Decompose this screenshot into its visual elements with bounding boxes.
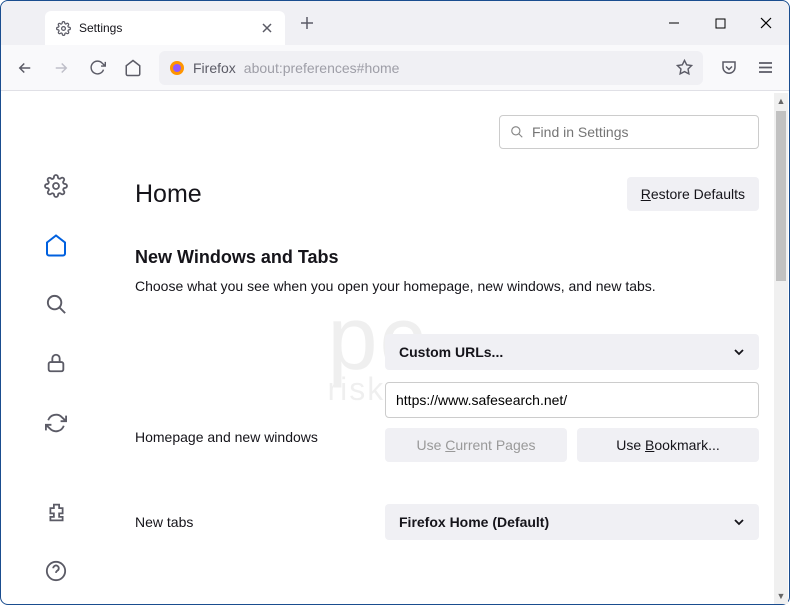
sidebar-item-search[interactable] (40, 290, 72, 319)
use-current-pages-button[interactable]: Use Current Pages (385, 428, 567, 462)
new-tab-button[interactable] (293, 9, 321, 37)
search-input[interactable] (532, 124, 748, 140)
select-value: Custom URLs... (399, 344, 503, 360)
tab-title: Settings (79, 21, 251, 35)
sidebar-item-privacy[interactable] (40, 349, 72, 378)
restore-defaults-button[interactable]: Restore Defaults (627, 177, 759, 211)
homepage-label: Homepage and new windows (135, 429, 365, 445)
url-bar[interactable]: Firefox about:preferences#home (159, 51, 703, 85)
chevron-down-icon (733, 346, 745, 358)
url-text: about:preferences#home (244, 60, 400, 76)
sidebar-item-extensions[interactable] (40, 497, 72, 526)
settings-main: Home Restore Defaults New Windows and Ta… (111, 91, 789, 604)
window-controls (651, 1, 789, 45)
sidebar-item-help[interactable] (40, 557, 72, 586)
section-title: New Windows and Tabs (135, 247, 759, 268)
sidebar-item-general[interactable] (40, 171, 72, 200)
close-icon[interactable] (259, 20, 275, 36)
pocket-button[interactable] (713, 52, 745, 84)
sidebar-item-home[interactable] (40, 230, 72, 259)
page-title: Home (135, 180, 202, 209)
firefox-icon (169, 60, 185, 76)
browser-toolbar: Firefox about:preferences#home (1, 45, 789, 91)
gear-icon (55, 20, 71, 36)
use-bookmark-button[interactable]: Use Bookmark... (577, 428, 759, 462)
select-value: Firefox Home (Default) (399, 514, 549, 530)
menu-button[interactable] (749, 52, 781, 84)
chevron-down-icon (733, 516, 745, 528)
close-window-button[interactable] (743, 1, 789, 45)
homepage-url-input[interactable] (385, 382, 759, 418)
homepage-mode-select[interactable]: Custom URLs... (385, 334, 759, 370)
search-icon (510, 125, 524, 139)
home-button[interactable] (117, 52, 149, 84)
forward-button[interactable] (45, 52, 77, 84)
settings-sidebar (1, 91, 111, 604)
browser-tab[interactable]: Settings (45, 11, 285, 45)
sidebar-item-sync[interactable] (40, 408, 72, 437)
bookmark-star-icon[interactable] (676, 59, 693, 76)
window-titlebar: Settings (1, 1, 789, 45)
newtabs-select[interactable]: Firefox Home (Default) (385, 504, 759, 540)
section-description: Choose what you see when you open your h… (135, 278, 759, 294)
url-prefix: Firefox (193, 60, 236, 76)
minimize-button[interactable] (651, 1, 697, 45)
maximize-button[interactable] (697, 1, 743, 45)
settings-search[interactable] (499, 115, 759, 149)
reload-button[interactable] (81, 52, 113, 84)
newtabs-label: New tabs (135, 514, 365, 530)
back-button[interactable] (9, 52, 41, 84)
